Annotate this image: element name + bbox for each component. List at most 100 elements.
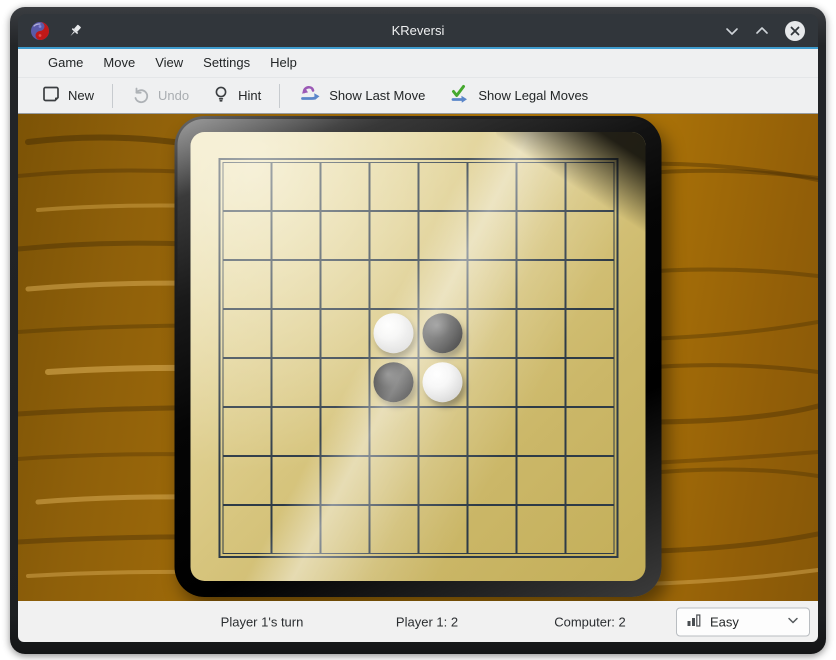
difficulty-bars-icon: [686, 612, 702, 631]
menu-view[interactable]: View: [145, 49, 193, 77]
app-window: KReversi Game Move View Settings Help: [10, 7, 826, 654]
app-yinyang-icon[interactable]: [30, 21, 50, 41]
menu-game[interactable]: Game: [38, 49, 93, 77]
board-cell[interactable]: [271, 358, 320, 407]
board-grid: [222, 162, 614, 554]
undo-button[interactable]: Undo: [120, 81, 200, 111]
board-cell[interactable]: [418, 211, 467, 260]
board-cell[interactable]: [369, 211, 418, 260]
chevron-down-icon: [786, 613, 800, 630]
hint-button-label: Hint: [238, 88, 261, 103]
board-cell[interactable]: [516, 505, 565, 554]
black-piece: [423, 313, 463, 353]
board-cell[interactable]: [271, 211, 320, 260]
board-cell[interactable]: [271, 309, 320, 358]
board-cell[interactable]: [369, 162, 418, 211]
board-cell[interactable]: [320, 309, 369, 358]
board-cell[interactable]: [565, 358, 614, 407]
board-cell[interactable]: [516, 260, 565, 309]
board-cell[interactable]: [418, 162, 467, 211]
board-cell[interactable]: [271, 260, 320, 309]
show-legal-moves-button[interactable]: Show Legal Moves: [436, 81, 599, 111]
board-cell[interactable]: [320, 162, 369, 211]
board-cell[interactable]: [467, 456, 516, 505]
board-cell[interactable]: [565, 211, 614, 260]
menu-settings[interactable]: Settings: [193, 49, 260, 77]
board-cell[interactable]: [222, 260, 271, 309]
computer-score: Computer: 2: [554, 614, 626, 629]
board-cell[interactable]: [320, 211, 369, 260]
board-cell[interactable]: [222, 309, 271, 358]
board-cell[interactable]: [369, 407, 418, 456]
board-cell[interactable]: [516, 407, 565, 456]
board-cell[interactable]: [271, 162, 320, 211]
close-button[interactable]: [784, 20, 806, 42]
board-cell[interactable]: [320, 407, 369, 456]
board-cell[interactable]: [222, 162, 271, 211]
maximize-button[interactable]: [754, 23, 770, 39]
board-cell[interactable]: [369, 456, 418, 505]
board-cell[interactable]: [516, 358, 565, 407]
board-cell[interactable]: [418, 407, 467, 456]
board-cell[interactable]: [320, 505, 369, 554]
board-cell[interactable]: [565, 260, 614, 309]
board-cell[interactable]: [565, 407, 614, 456]
board-cell[interactable]: [565, 162, 614, 211]
minimize-button[interactable]: [724, 23, 740, 39]
board-cell[interactable]: [516, 211, 565, 260]
board-cell[interactable]: [320, 456, 369, 505]
board-cell[interactable]: [418, 505, 467, 554]
board-cell[interactable]: [320, 260, 369, 309]
board-cell[interactable]: [369, 260, 418, 309]
menu-move[interactable]: Move: [93, 49, 145, 77]
toolbar-separator: [279, 84, 280, 108]
board-cell[interactable]: [565, 309, 614, 358]
board-cell[interactable]: [271, 456, 320, 505]
menu-help[interactable]: Help: [260, 49, 307, 77]
board-panel: [191, 132, 646, 581]
board-cell[interactable]: [418, 309, 467, 358]
board-grid-frame: [218, 158, 618, 558]
show-last-move-button[interactable]: Show Last Move: [287, 81, 436, 111]
board-cell[interactable]: [467, 309, 516, 358]
board-cell[interactable]: [516, 162, 565, 211]
board-cell[interactable]: [369, 309, 418, 358]
board-cell[interactable]: [467, 260, 516, 309]
board-cell[interactable]: [467, 358, 516, 407]
board-cell[interactable]: [222, 211, 271, 260]
legal-moves-icon: [447, 82, 471, 109]
board-cell[interactable]: [222, 407, 271, 456]
board-cell[interactable]: [565, 505, 614, 554]
undo-icon: [131, 84, 151, 107]
board-cell[interactable]: [516, 309, 565, 358]
player1-score: Player 1: 2: [396, 614, 458, 629]
board-cell[interactable]: [418, 260, 467, 309]
show-legal-moves-label: Show Legal Moves: [478, 88, 588, 103]
board-cell[interactable]: [565, 456, 614, 505]
board-cell[interactable]: [222, 456, 271, 505]
board-cell[interactable]: [467, 505, 516, 554]
board-cell[interactable]: [271, 505, 320, 554]
board-cell[interactable]: [467, 211, 516, 260]
board-cell[interactable]: [320, 358, 369, 407]
new-button[interactable]: New: [30, 81, 105, 111]
hint-button[interactable]: Hint: [200, 81, 272, 111]
board-cell[interactable]: [418, 456, 467, 505]
board-cell[interactable]: [418, 358, 467, 407]
turn-status: Player 1's turn: [221, 614, 304, 629]
board-cell[interactable]: [271, 407, 320, 456]
titlebar[interactable]: KReversi: [18, 14, 818, 47]
pin-icon[interactable]: [66, 22, 84, 40]
board-cell[interactable]: [516, 456, 565, 505]
window-title: KReversi: [18, 23, 818, 38]
board-cell[interactable]: [369, 505, 418, 554]
board-cell[interactable]: [369, 358, 418, 407]
difficulty-select[interactable]: Easy: [676, 607, 810, 636]
toolbar-separator: [112, 84, 113, 108]
board-cell[interactable]: [222, 358, 271, 407]
board-cell[interactable]: [467, 407, 516, 456]
game-area: [18, 114, 818, 601]
board-cell[interactable]: [222, 505, 271, 554]
hint-lightbulb-icon: [211, 84, 231, 107]
board-cell[interactable]: [467, 162, 516, 211]
